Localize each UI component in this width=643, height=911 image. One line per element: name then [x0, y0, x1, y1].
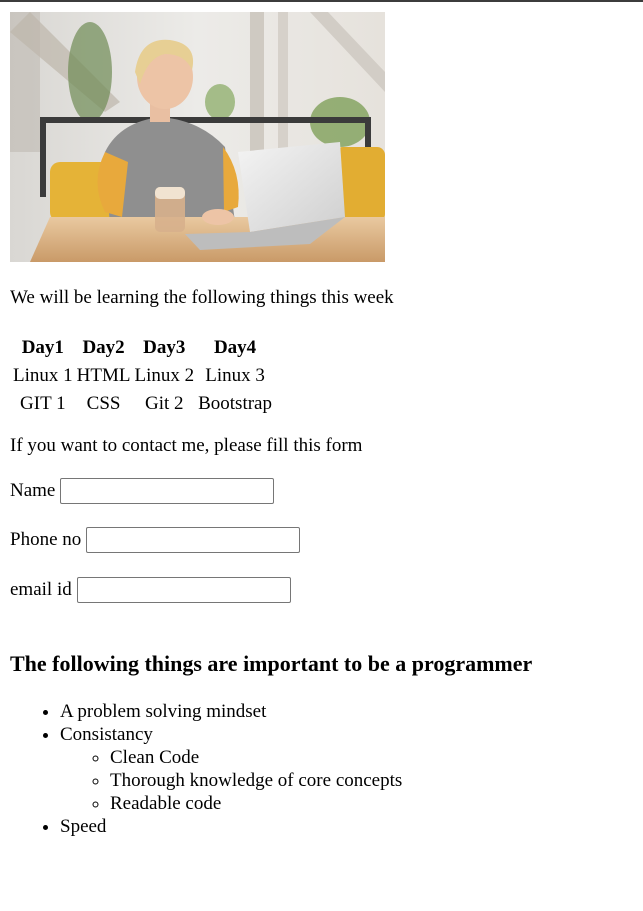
nested-list-item: Readable code	[110, 792, 402, 815]
woman-with-laptop-photo	[10, 12, 385, 262]
nested-list-item: Thorough knowledge of core concepts	[110, 769, 402, 792]
contact-text: If you want to contact me, please fill t…	[10, 435, 363, 456]
email-input[interactable]	[76, 577, 291, 603]
weekly-schedule-table: Day1 Day2 Day3 Day4 Linux 1 HTML Linux 2…	[10, 333, 275, 419]
phone-input[interactable]	[86, 527, 301, 553]
phone-row: Phone no	[10, 527, 301, 553]
list-item-label: Consistancy	[60, 724, 153, 745]
table-cell: HTML	[76, 365, 131, 386]
browser-top-border	[0, 0, 643, 2]
programmer-qualities-list: A problem solving mindset Consistancy Cl…	[10, 700, 402, 838]
name-row: Name	[10, 478, 275, 504]
table-cell: Git 2	[145, 393, 184, 414]
list-item: Consistancy Clean Code Thorough knowledg…	[60, 723, 402, 815]
table-row: Linux 1 HTML Linux 2 Linux 3	[12, 363, 273, 389]
email-row: email id	[10, 577, 291, 603]
list-item: Speed	[60, 815, 402, 838]
table-row: GIT 1 CSS Git 2 Bootstrap	[12, 391, 273, 417]
nested-list-item: Clean Code	[110, 746, 402, 769]
table-header-row: Day1 Day2 Day3 Day4	[12, 335, 273, 361]
table-cell: Linux 3	[205, 365, 265, 386]
list-item: A problem solving mindset	[60, 700, 402, 723]
table-header-cell: Day1	[21, 337, 64, 358]
phone-label: Phone no	[10, 529, 82, 550]
table-cell: GIT 1	[20, 393, 66, 414]
table-cell: Linux 2	[134, 365, 195, 386]
intro-text: We will be learning the following things…	[10, 287, 394, 308]
nested-list: Clean Code Thorough knowledge of core co…	[60, 746, 402, 815]
table-cell: Bootstrap	[198, 393, 272, 414]
table-header-cell: Day2	[82, 337, 125, 358]
name-input[interactable]	[60, 478, 275, 504]
table-header-cell: Day4	[213, 337, 257, 358]
table-cell: CSS	[86, 393, 121, 414]
table-header-cell: Day3	[143, 337, 186, 358]
section-heading: The following things are important to be…	[10, 651, 533, 676]
name-label: Name	[10, 480, 56, 501]
email-label: email id	[10, 579, 72, 600]
table-cell: Linux 1	[13, 365, 73, 386]
